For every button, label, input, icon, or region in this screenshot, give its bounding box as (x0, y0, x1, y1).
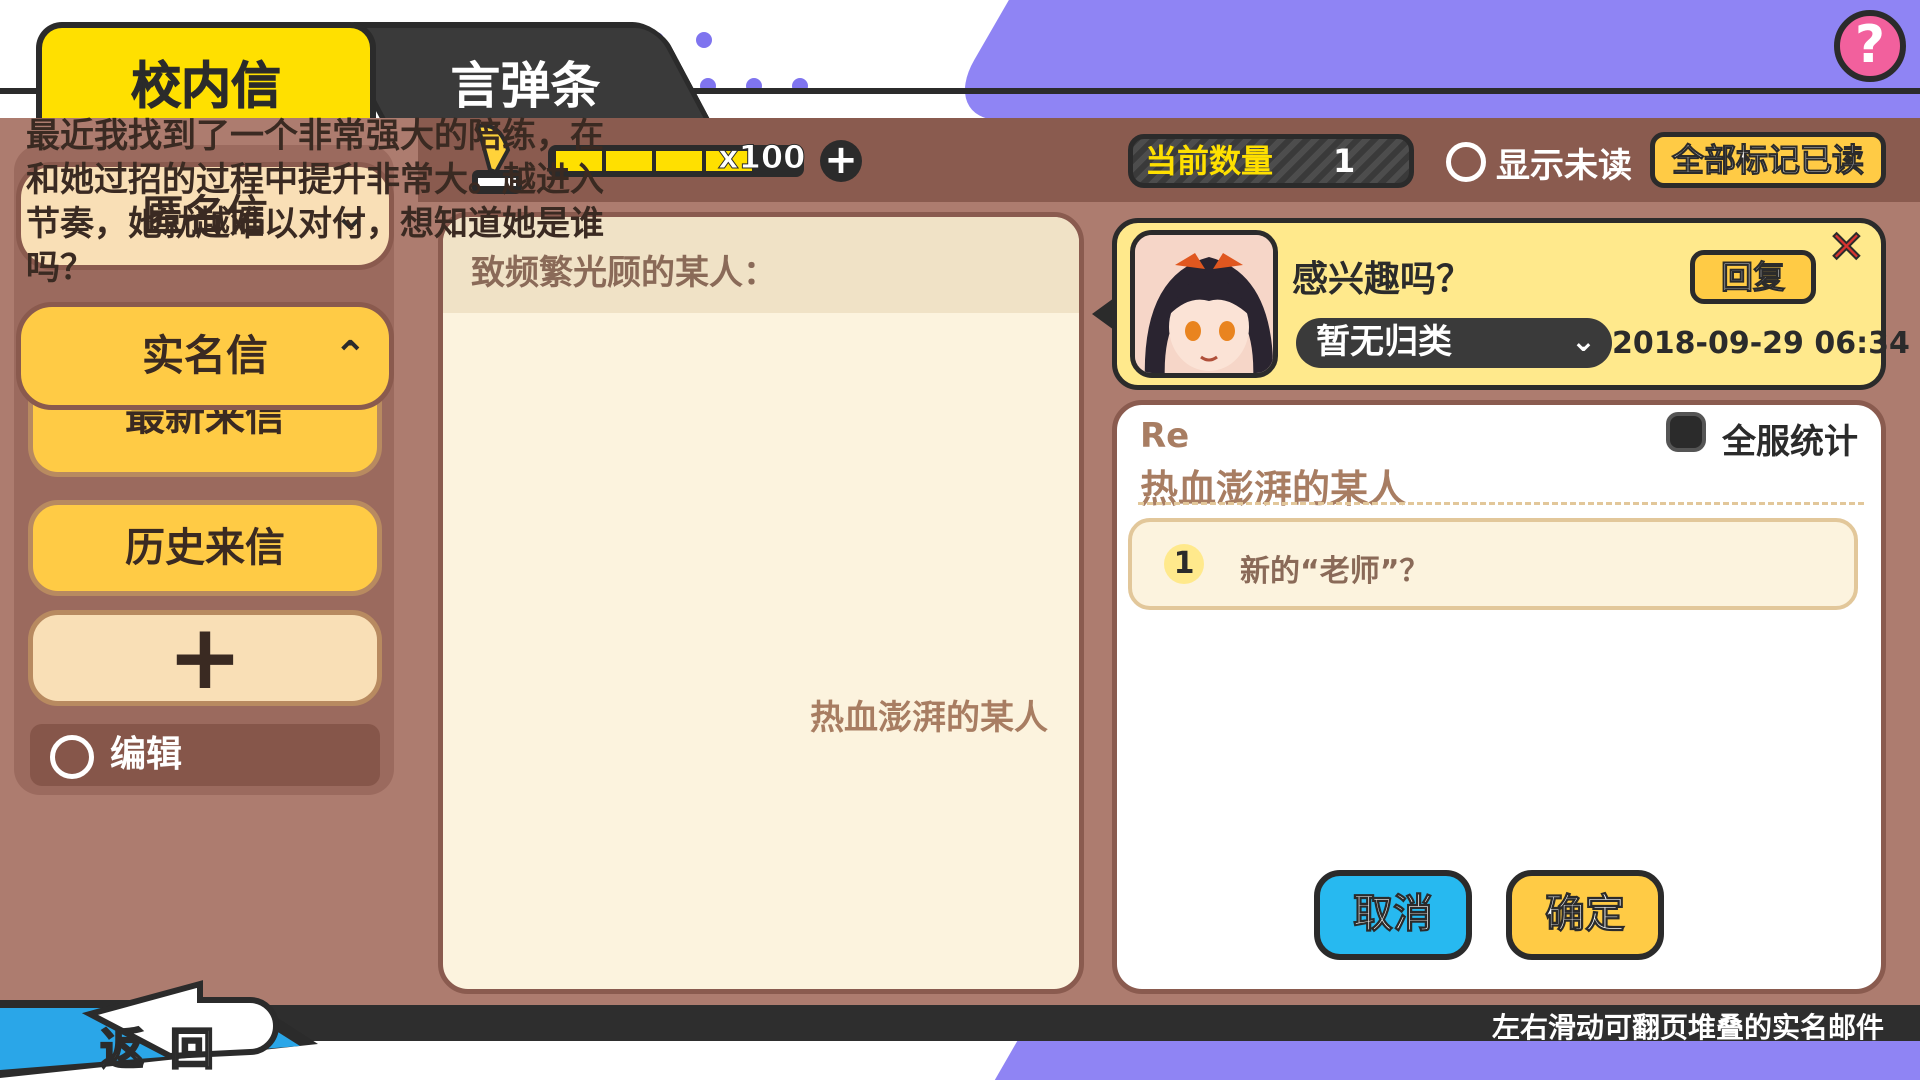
cancel-button[interactable]: 取消 (1314, 870, 1472, 960)
current-count-value: 1 (1333, 142, 1356, 180)
show-unread-label[interactable]: 显示未读 (1496, 138, 1632, 187)
chevron-down-icon: ⌄ (1570, 324, 1596, 359)
reply-option[interactable] (1128, 518, 1858, 610)
letter-panel: 致频繁光顾的某人： (438, 212, 1084, 994)
back-label-2: 回 (170, 1024, 214, 1075)
category-value: 暂无归类 (1316, 322, 1452, 362)
chevron-up-icon: ⌃ (333, 333, 367, 379)
back-arrow-icon: 返 回 (0, 980, 318, 1078)
tab-school-mail[interactable]: 校内信 (36, 22, 376, 118)
history-mail-label: 历史来信 (125, 525, 285, 571)
named-mail-button[interactable]: 实名信 ⌃ (16, 302, 394, 410)
plus-icon: + (167, 605, 243, 710)
edit-toggle[interactable]: 编辑 (30, 724, 380, 786)
reply-option-text: 新的“老师”？ (1240, 554, 1430, 589)
question-mark-icon: ? (1854, 15, 1886, 75)
back-label-1: 返 (100, 1024, 144, 1075)
edit-label: 编辑 (110, 734, 183, 775)
avatar (1130, 230, 1278, 378)
add-energy-button[interactable]: + (820, 140, 862, 182)
add-folder-button[interactable]: + (28, 610, 382, 706)
mail-subject: 感兴趣吗？ (1292, 259, 1473, 300)
mail-datetime: 2018-09-29 06:34 (1612, 326, 1910, 361)
reply-button[interactable]: 回复 (1690, 250, 1816, 304)
help-button[interactable]: ? (1834, 10, 1906, 82)
tab-bullet-notes-label: 言弹条 (450, 57, 601, 115)
tab-bullet-notes[interactable]: 言弹条 (328, 22, 710, 118)
speech-tail (1092, 298, 1114, 330)
category-dropdown[interactable]: 暂无归类 ⌄ (1296, 318, 1612, 368)
bottom-purple-band (982, 1041, 1920, 1080)
server-stats-checkbox[interactable] (1666, 412, 1706, 452)
mark-all-read-button[interactable]: 全部标记已读 (1650, 132, 1886, 188)
top-purple-band (939, 0, 1920, 118)
bottom-hint: 左右滑动可翻页堆叠的实名邮件 (1491, 1011, 1884, 1044)
re-label: Re (1140, 416, 1190, 456)
tab-school-mail-label: 校内信 (131, 57, 282, 116)
current-count-box: 当前数量 1 (1128, 134, 1414, 188)
show-unread-radio[interactable] (1446, 142, 1486, 182)
named-mail-label: 实名信 (141, 331, 268, 380)
back-button[interactable]: 返 回 (0, 960, 330, 1078)
current-count-label: 当前数量 (1145, 142, 1274, 180)
energy-label: x100 (717, 138, 806, 177)
confirm-button[interactable]: 确定 (1506, 870, 1664, 960)
dashed-divider (1138, 502, 1864, 505)
character-portrait-icon (1135, 235, 1273, 373)
reply-option-number: 1 (1164, 544, 1204, 584)
history-mail-button[interactable]: 历史来信 (28, 500, 382, 596)
plus-icon: + (824, 137, 858, 183)
edit-radio[interactable] (50, 735, 94, 779)
letter-body: 最近我找到了一个非常强大的陪练，在和她过招的过程中提升非常大。越进入节奏，她就越… (26, 116, 604, 288)
server-stats-label[interactable]: 全服统计 (1722, 414, 1858, 463)
close-icon[interactable]: ✕ (1827, 221, 1866, 274)
